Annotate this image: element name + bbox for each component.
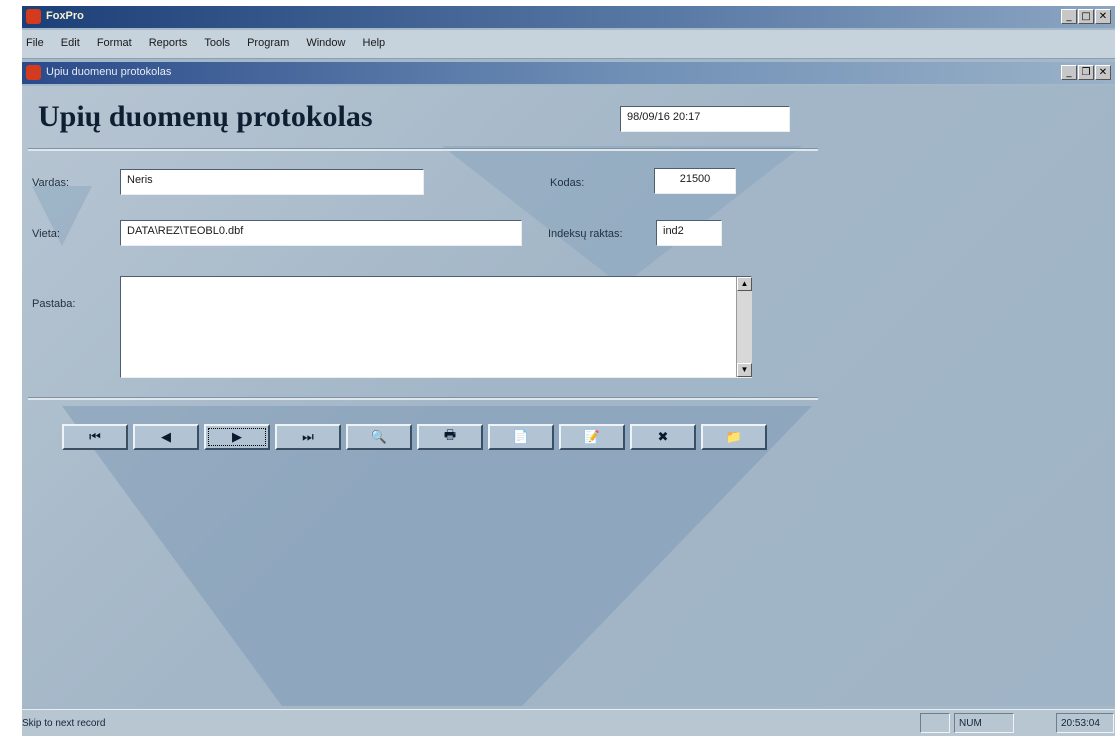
- note-textarea[interactable]: [120, 276, 752, 378]
- datetime-field[interactable]: 98/09/16 20:17: [620, 106, 790, 132]
- status-panel-blank: [920, 713, 950, 733]
- location-label: Vieta:: [32, 228, 60, 240]
- indices-label: Indeksų raktas:: [548, 228, 623, 240]
- exit-icon: 📁: [725, 429, 743, 445]
- print-button[interactable]: 🖶: [417, 424, 483, 450]
- edit-record-icon: 📝: [583, 429, 601, 445]
- status-message: Skip to next record: [22, 718, 106, 729]
- form-canvas: Upių duomenų protokolas 98/09/16 20:17 V…: [22, 86, 1115, 706]
- first-record-icon: ⏮: [89, 429, 101, 445]
- menu-program[interactable]: Program: [247, 37, 289, 49]
- location-field[interactable]: DATA\REZ\TEOBL0.dbf: [120, 220, 522, 246]
- code-label: Kodas:: [550, 177, 585, 189]
- note-scrollbar[interactable]: ▲ ▼: [736, 277, 752, 377]
- num-lock-indicator: NUM: [954, 713, 1014, 733]
- menu-file[interactable]: File: [26, 37, 44, 49]
- menu-format[interactable]: Format: [97, 37, 132, 49]
- name-field[interactable]: Neris: [120, 169, 424, 195]
- bottom-separator: [28, 397, 818, 400]
- form-minimize-icon[interactable]: _: [1061, 65, 1077, 80]
- next-record-button[interactable]: ▶: [204, 424, 270, 450]
- window-title: FoxPro: [46, 10, 84, 22]
- application-window: FoxPro _ □ ✕ File Edit Format Reports To…: [22, 6, 1115, 736]
- first-record-button[interactable]: ⏮: [62, 424, 128, 450]
- code-field[interactable]: 21500: [654, 168, 736, 194]
- next-record-icon: ▶: [232, 429, 242, 445]
- indices-field[interactable]: ind2: [656, 220, 722, 246]
- form-icon: [26, 65, 41, 80]
- form-window-title: Upiu duomenu protokolas: [46, 66, 172, 78]
- form-close-icon[interactable]: ✕: [1095, 65, 1111, 80]
- minimize-icon[interactable]: _: [1061, 9, 1077, 24]
- delete-record-icon: ✖: [657, 429, 669, 445]
- menu-help[interactable]: Help: [363, 37, 386, 49]
- delete-record-button[interactable]: ✖: [630, 424, 696, 450]
- top-separator: [28, 148, 818, 151]
- form-title-bar: Upiu duomenu protokolas _ ❐ ✕: [22, 62, 1115, 84]
- find-icon: 🔍: [370, 429, 388, 445]
- form-restore-icon[interactable]: ❐: [1078, 65, 1094, 80]
- menu-tools[interactable]: Tools: [204, 37, 230, 49]
- scroll-down-icon[interactable]: ▼: [737, 363, 752, 377]
- exit-button[interactable]: 📁: [701, 424, 767, 450]
- status-bar: Skip to next record NUM 20:53:04: [22, 709, 1115, 736]
- previous-record-button[interactable]: ◀: [133, 424, 199, 450]
- edit-record-button[interactable]: 📝: [559, 424, 625, 450]
- scroll-up-icon[interactable]: ▲: [737, 277, 752, 291]
- new-record-icon: 📄: [512, 429, 530, 445]
- status-clock: 20:53:04: [1056, 713, 1114, 733]
- last-record-icon: ⏭: [302, 429, 314, 445]
- new-record-button[interactable]: 📄: [488, 424, 554, 450]
- find-button[interactable]: 🔍: [346, 424, 412, 450]
- last-record-button[interactable]: ⏭: [275, 424, 341, 450]
- previous-record-icon: ◀: [161, 429, 171, 445]
- app-icon: [26, 9, 41, 24]
- print-icon: 🖶: [443, 428, 457, 443]
- maximize-icon[interactable]: □: [1078, 9, 1094, 24]
- menu-edit[interactable]: Edit: [61, 37, 80, 49]
- title-bar: FoxPro _ □ ✕: [22, 6, 1115, 28]
- close-icon[interactable]: ✕: [1095, 9, 1111, 24]
- form-heading: Upių duomenų protokolas: [38, 100, 373, 133]
- name-label: Vardas:: [32, 177, 70, 189]
- menu-bar: File Edit Format Reports Tools Program W…: [22, 30, 1115, 59]
- menu-reports[interactable]: Reports: [149, 37, 188, 49]
- note-label: Pastaba:: [32, 298, 76, 310]
- menu-window[interactable]: Window: [306, 37, 345, 49]
